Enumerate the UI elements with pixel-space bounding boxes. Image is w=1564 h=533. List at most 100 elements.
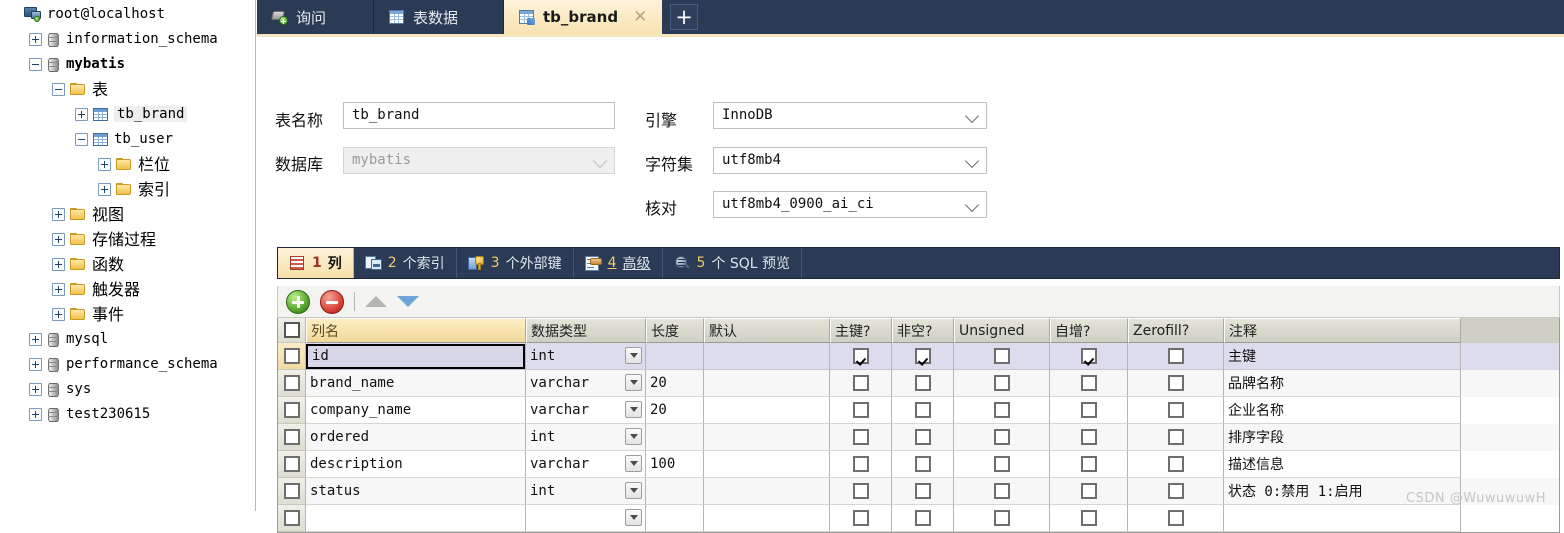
cell-default[interactable] — [704, 505, 830, 532]
grid-column-header[interactable]: 主键? — [830, 318, 892, 343]
cell-length[interactable]: 20 — [646, 397, 704, 424]
tree-node-mybatis[interactable]: mybatis — [0, 52, 255, 77]
cell-zerofill[interactable] — [1128, 370, 1224, 397]
cell-notnull[interactable] — [892, 424, 954, 451]
cell-pk[interactable] — [830, 397, 892, 424]
row-selector[interactable] — [278, 505, 306, 532]
pk-checkbox[interactable] — [852, 402, 869, 418]
cell-name[interactable]: company_name — [306, 397, 526, 424]
cell-name[interactable]: id — [306, 343, 526, 370]
row-selector[interactable] — [278, 343, 306, 370]
zerofill-checkbox[interactable] — [1167, 456, 1184, 472]
cell-unsigned[interactable] — [954, 505, 1050, 532]
cell-comment[interactable]: 企业名称 — [1224, 397, 1461, 424]
tab-tb_brand[interactable]: tb_brand ✕ — [504, 0, 662, 34]
type-dropdown-button[interactable] — [625, 509, 642, 526]
cell-notnull[interactable] — [892, 478, 954, 505]
subtab-foreign-key[interactable]: 3 个外部键 — [457, 248, 574, 278]
zerofill-checkbox[interactable] — [1167, 483, 1184, 499]
cell-name[interactable]: ordered — [306, 424, 526, 451]
cell-comment[interactable]: 品牌名称 — [1224, 370, 1461, 397]
type-dropdown-button[interactable] — [625, 401, 642, 418]
cell-type[interactable]: int — [526, 424, 646, 451]
grid-column-header[interactable]: 数据类型 — [526, 318, 646, 343]
unsigned-checkbox[interactable] — [993, 483, 1010, 499]
unsigned-checkbox[interactable] — [993, 375, 1010, 391]
grid-column-header[interactable]: 自增? — [1050, 318, 1128, 343]
cell-autoinc[interactable] — [1050, 370, 1128, 397]
cell-unsigned[interactable] — [954, 343, 1050, 370]
cell-notnull[interactable] — [892, 397, 954, 424]
pk-checkbox[interactable] — [852, 510, 869, 526]
collapse-icon[interactable] — [29, 58, 42, 71]
add-column-button[interactable] — [286, 289, 310, 314]
zerofill-checkbox[interactable] — [1167, 402, 1184, 418]
cell-type[interactable]: varchar — [526, 370, 646, 397]
cell-zerofill[interactable] — [1128, 451, 1224, 478]
cell-notnull[interactable] — [892, 451, 954, 478]
cell-unsigned[interactable] — [954, 451, 1050, 478]
grid-column-header[interactable]: 注释 — [1224, 318, 1461, 343]
autoinc-checkbox[interactable] — [1080, 402, 1097, 418]
unsigned-checkbox[interactable] — [993, 510, 1010, 526]
cell-default[interactable] — [704, 451, 830, 478]
cell-autoinc[interactable] — [1050, 343, 1128, 370]
cell-name-editor[interactable]: id — [306, 343, 525, 369]
type-dropdown-button[interactable] — [625, 374, 642, 391]
expand-icon[interactable] — [98, 158, 111, 171]
cell-unsigned[interactable] — [954, 370, 1050, 397]
subtab-advanced[interactable]: 4 高级 — [574, 248, 663, 278]
pk-checkbox[interactable] — [852, 348, 869, 364]
connection-tree[interactable]: root@localhost information_schema mybatis 表… — [0, 0, 255, 427]
cell-unsigned[interactable] — [954, 478, 1050, 505]
cell-zerofill[interactable] — [1128, 397, 1224, 424]
cell-name[interactable] — [306, 505, 526, 532]
new-tab-button[interactable]: + — [670, 4, 698, 30]
expand-icon[interactable] — [75, 108, 88, 121]
cell-length[interactable] — [646, 505, 704, 532]
row-checkbox[interactable] — [283, 348, 300, 364]
cell-name[interactable]: brand_name — [306, 370, 526, 397]
cell-comment[interactable] — [1224, 505, 1461, 532]
pk-checkbox[interactable] — [852, 483, 869, 499]
cell-zerofill[interactable] — [1128, 343, 1224, 370]
cell-pk[interactable] — [830, 370, 892, 397]
table-name-input[interactable]: tb_brand — [343, 102, 615, 129]
type-dropdown-button[interactable] — [625, 482, 642, 499]
tree-node-[interactable]: 表 — [0, 77, 255, 102]
grid-column-header[interactable]: 长度 — [646, 318, 704, 343]
cell-type[interactable]: varchar — [526, 451, 646, 478]
table-row[interactable]: status int 状态 0:禁用 1:启用 — [278, 478, 1559, 505]
cell-length[interactable] — [646, 424, 704, 451]
move-down-button[interactable] — [397, 296, 419, 307]
subtab-index[interactable]: 2 个索引 — [354, 248, 457, 278]
autoinc-checkbox[interactable] — [1080, 483, 1097, 499]
tree-node-[interactable]: 索引 — [0, 177, 255, 202]
cell-zerofill[interactable] — [1128, 505, 1224, 532]
cell-autoinc[interactable] — [1050, 397, 1128, 424]
notnull-checkbox[interactable] — [914, 483, 931, 499]
expand-icon[interactable] — [52, 233, 65, 246]
row-selector[interactable] — [278, 370, 306, 397]
unsigned-checkbox[interactable] — [993, 456, 1010, 472]
expand-icon[interactable] — [29, 408, 42, 421]
cell-autoinc[interactable] — [1050, 424, 1128, 451]
unsigned-checkbox[interactable] — [993, 402, 1010, 418]
tree-node-information_schema[interactable]: information_schema — [0, 27, 255, 52]
expand-icon[interactable] — [98, 183, 111, 196]
type-dropdown-button[interactable] — [625, 428, 642, 445]
cell-notnull[interactable] — [892, 505, 954, 532]
tree-node-tb_user[interactable]: tb_user — [0, 127, 255, 152]
select-all-checkbox[interactable] — [283, 322, 300, 338]
engine-select[interactable]: InnoDB — [713, 102, 987, 129]
tree-node-[interactable]: 存储过程 — [0, 227, 255, 252]
cell-type[interactable]: int — [526, 343, 646, 370]
tree-node-mysql[interactable]: mysql — [0, 327, 255, 352]
tree-node-rootlocalhost[interactable]: root@localhost — [0, 2, 255, 27]
row-selector[interactable] — [278, 451, 306, 478]
cell-comment[interactable]: 描述信息 — [1224, 451, 1461, 478]
row-selector[interactable] — [278, 397, 306, 424]
cell-notnull[interactable] — [892, 343, 954, 370]
grid-column-header[interactable]: 列名 — [306, 318, 526, 343]
zerofill-checkbox[interactable] — [1167, 429, 1184, 445]
